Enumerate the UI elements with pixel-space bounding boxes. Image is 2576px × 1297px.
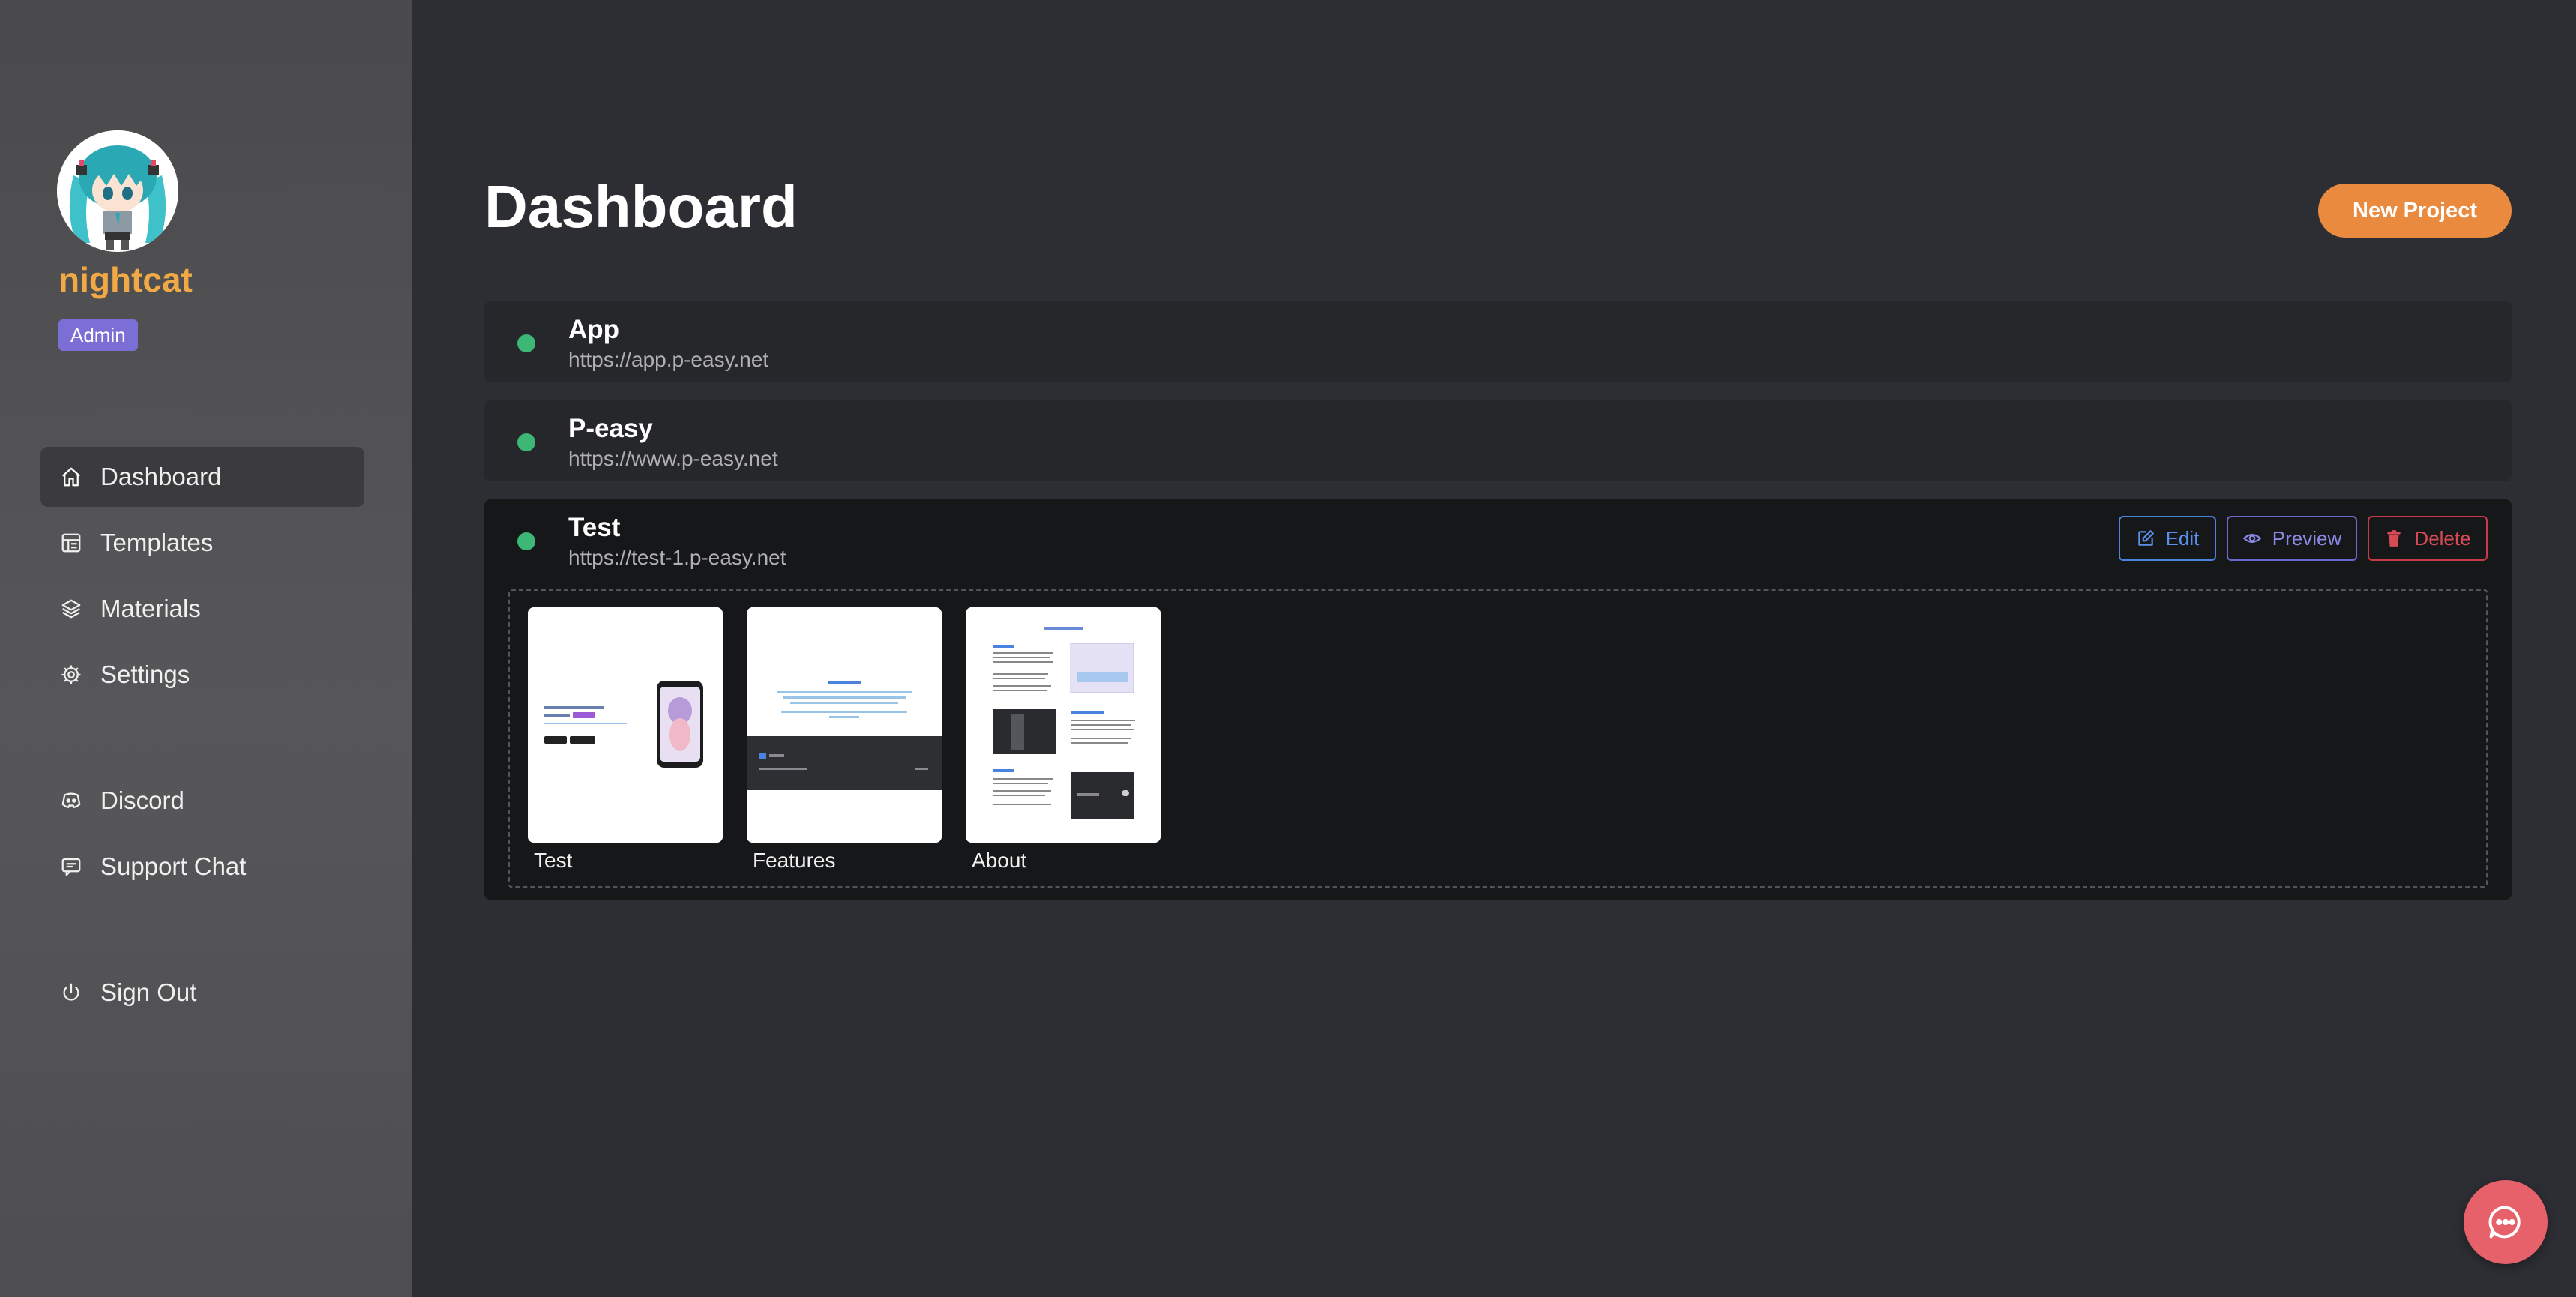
project-url[interactable]: https://test-1.p-easy.net bbox=[568, 546, 786, 570]
eye-icon bbox=[2242, 534, 2262, 543]
preview-button[interactable]: Preview bbox=[2227, 516, 2357, 561]
page-thumbnail[interactable] bbox=[747, 607, 942, 843]
project-name: Test bbox=[568, 513, 621, 542]
sidebar-item-label: Sign Out bbox=[100, 978, 197, 1006]
sidebar-item-discord[interactable]: Discord bbox=[40, 771, 364, 831]
discord-icon bbox=[60, 789, 82, 812]
power-icon bbox=[60, 981, 82, 1004]
project-name: P-easy bbox=[568, 414, 653, 443]
chat-icon bbox=[60, 855, 82, 878]
home-icon bbox=[60, 466, 82, 488]
support-chat-fab[interactable] bbox=[2464, 1180, 2548, 1264]
sidebar-item-dashboard[interactable]: Dashboard bbox=[40, 447, 364, 507]
project-row[interactable]: App https://app.p-easy.net bbox=[484, 301, 2512, 382]
sidebar-item-sign-out[interactable]: Sign Out bbox=[40, 963, 364, 1023]
role-badge: Admin bbox=[58, 319, 138, 351]
sidebar-item-templates[interactable]: Templates bbox=[40, 513, 364, 573]
page-title: Dashboard bbox=[484, 173, 798, 240]
sidebar-item-materials[interactable]: Materials bbox=[40, 579, 364, 639]
edit-label: Edit bbox=[2165, 526, 2200, 550]
page-thumbnail[interactable] bbox=[528, 607, 723, 843]
trash-icon bbox=[2387, 530, 2401, 547]
avatar[interactable] bbox=[57, 130, 178, 252]
delete-button[interactable]: Delete bbox=[2368, 516, 2488, 561]
status-indicator bbox=[517, 334, 535, 352]
new-project-button[interactable]: New Project bbox=[2318, 184, 2512, 238]
sidebar-item-label: Discord bbox=[100, 786, 184, 814]
project-url[interactable]: https://app.p-easy.net bbox=[568, 348, 768, 372]
project-url[interactable]: https://www.p-easy.net bbox=[568, 447, 778, 471]
layers-icon bbox=[60, 598, 82, 620]
sidebar-item-settings[interactable]: Settings bbox=[40, 645, 364, 705]
edit-button[interactable]: Edit bbox=[2119, 516, 2216, 561]
sidebar-item-label: Settings bbox=[100, 660, 190, 688]
project-row-expanded[interactable]: Test https://test-1.p-easy.net Edit Prev… bbox=[484, 499, 2512, 900]
sidebar-item-label: Templates bbox=[100, 529, 214, 556]
page-label: About bbox=[972, 849, 1027, 872]
sidebar-item-label: Support Chat bbox=[100, 852, 247, 880]
sidebar-item-support-chat[interactable]: Support Chat bbox=[40, 837, 364, 897]
status-indicator bbox=[517, 433, 535, 451]
templates-icon bbox=[60, 532, 82, 554]
page-thumbnail[interactable] bbox=[966, 607, 1161, 843]
delete-label: Delete bbox=[2414, 526, 2471, 550]
status-indicator bbox=[517, 532, 535, 550]
edit-icon bbox=[2137, 530, 2154, 546]
pages-container: Test Features About bbox=[508, 589, 2488, 888]
project-name: App bbox=[568, 315, 620, 344]
page-label: Test bbox=[534, 849, 573, 872]
username: nightcat bbox=[58, 260, 193, 299]
chat-bubble-icon bbox=[2488, 1206, 2521, 1239]
gear-icon bbox=[60, 663, 82, 686]
sidebar-item-label: Materials bbox=[100, 595, 201, 622]
page-label: Features bbox=[753, 849, 836, 872]
preview-label: Preview bbox=[2272, 526, 2342, 550]
sidebar: nightcat Admin Dashboard Templates Mater… bbox=[0, 0, 412, 1297]
project-row[interactable]: P-easy https://www.p-easy.net bbox=[484, 400, 2512, 481]
sidebar-item-label: Dashboard bbox=[100, 463, 222, 490]
